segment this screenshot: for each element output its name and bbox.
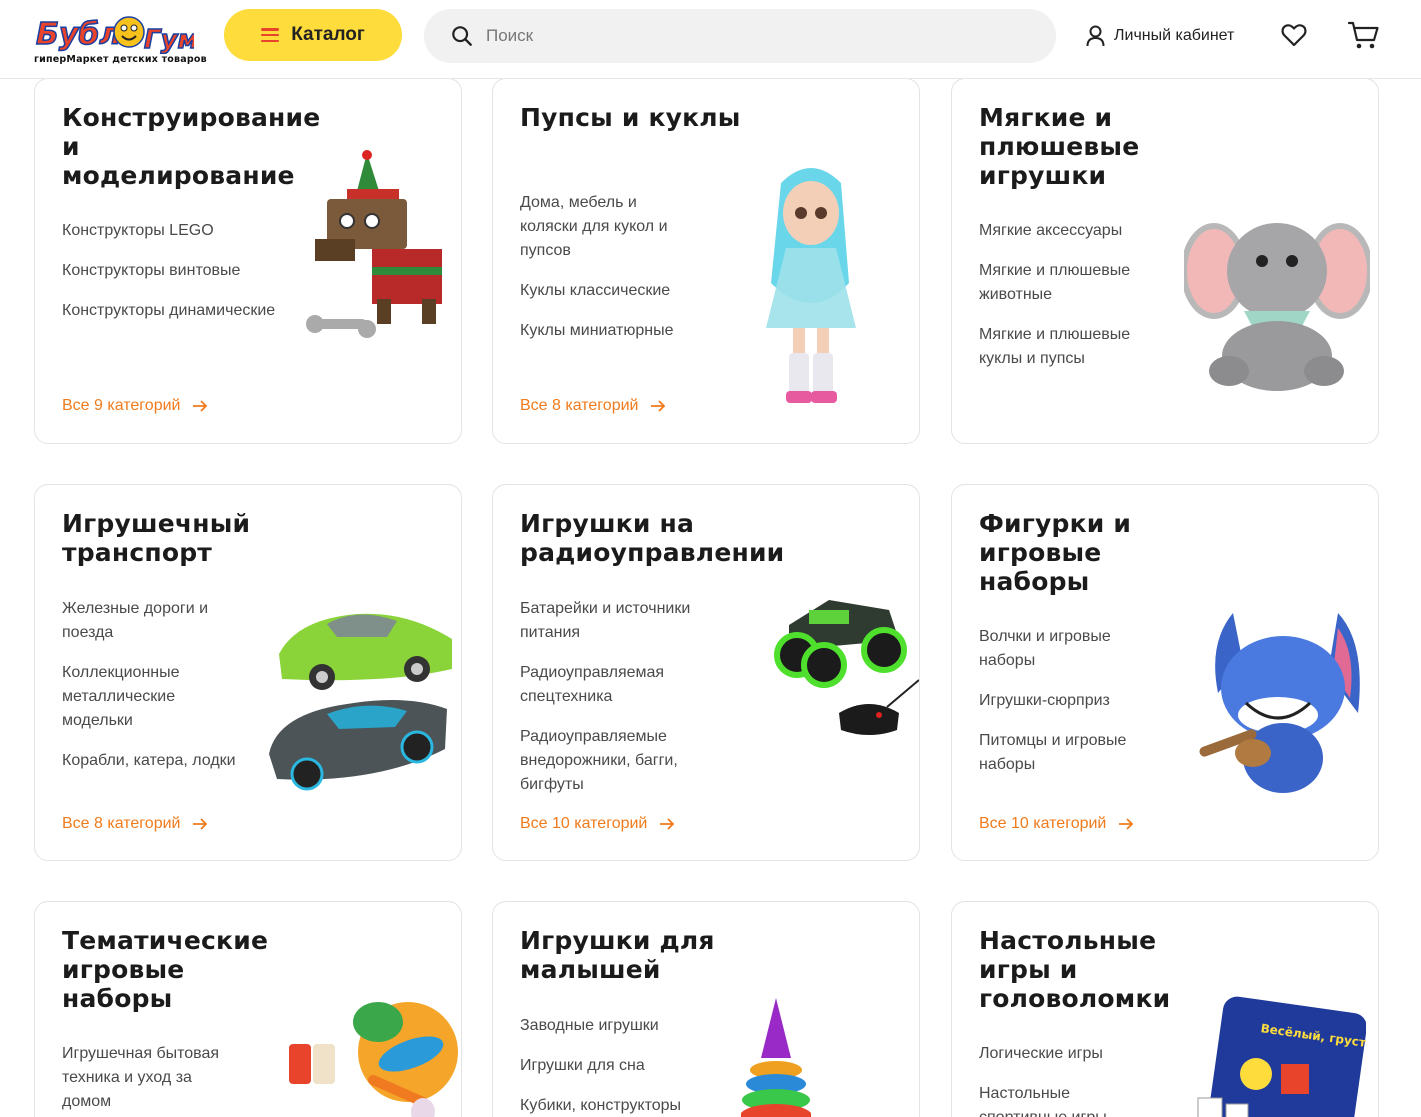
all-categories-link[interactable]: Все 10 категорий <box>979 815 1134 833</box>
logo-tagline: гиперМаркет детских товаров <box>34 54 207 65</box>
subcategory-link[interactable]: Батарейки и источники питания <box>520 597 710 645</box>
subcategory-link[interactable]: Дома, мебель и коляски для кукол и пупсо… <box>520 191 690 263</box>
category-card-plush[interactable]: Мягкие и плюшевые игрушки Мягкие аксессу… <box>951 78 1379 444</box>
subcategory-link[interactable]: Игрушечная бытовая техника и уход за дом… <box>62 1042 232 1114</box>
toy-food-image <box>289 1002 458 1117</box>
card-title[interactable]: Игрушки на радиоуправлении <box>520 509 800 567</box>
all-categories-label: Все 8 категорий <box>62 815 181 832</box>
subcategory-link[interactable]: Радиоуправляемая спецтехника <box>520 661 690 709</box>
site-header: Бубль Гум гиперМаркет детских товаров Ка… <box>0 0 1421 79</box>
svg-text:Гум: Гум <box>144 25 194 54</box>
category-card-rc-toys[interactable]: Игрушки на радиоуправлении Батарейки и и… <box>492 484 920 861</box>
card-title[interactable]: Настольные игры и головоломки <box>979 926 1219 1013</box>
cart-icon[interactable] <box>1348 21 1379 50</box>
subcategory-link[interactable]: Мягкие и плюшевые животные <box>979 259 1149 307</box>
subcategory-list: Заводные игрушки Игрушки для сна Кубики,… <box>520 1014 740 1117</box>
subcategory-link[interactable]: Мягкие аксессуары <box>979 219 1199 243</box>
subcategory-list: Батарейки и источники питания Радиоуправ… <box>520 597 740 813</box>
all-categories-label: Все 10 категорий <box>520 815 648 832</box>
all-categories-link[interactable]: Все 8 категорий <box>62 815 208 833</box>
all-categories-link[interactable]: Все 9 категорий <box>62 397 208 415</box>
subcategory-link[interactable]: Куклы миниатюрные <box>520 319 740 343</box>
arrow-right-icon <box>1119 818 1134 830</box>
card-title[interactable]: Фигурки и игровые наборы <box>979 509 1219 596</box>
search-icon[interactable] <box>451 25 473 47</box>
subcategory-link[interactable]: Конструкторы динамические <box>62 299 282 323</box>
subcategory-link[interactable]: Радиоуправляемые внедорожники, багги, би… <box>520 725 700 797</box>
lego-dog-image <box>306 150 442 338</box>
heart-icon[interactable] <box>1281 23 1307 47</box>
subcategory-link[interactable]: Мягкие и плюшевые куклы и пупсы <box>979 323 1149 371</box>
card-title[interactable]: Тематические игровые наборы <box>62 926 302 1013</box>
subcategory-link[interactable]: Игрушки для сна <box>520 1054 740 1078</box>
category-card-board-games[interactable]: Настольные игры и головоломки Логические… <box>951 901 1379 1117</box>
subcategory-list: Логические игры Настольные спортивные иг… <box>979 1042 1199 1117</box>
category-card-baby-toys[interactable]: Игрушки для малышей Заводные игрушки Игр… <box>492 901 920 1117</box>
category-card-construction[interactable]: Конструирование и моделирование Конструк… <box>34 78 462 444</box>
all-categories-label: Все 9 категорий <box>62 397 181 414</box>
all-categories-link[interactable]: Все 8 категорий <box>520 397 666 415</box>
card-title[interactable]: Конструирование и моделирование <box>62 103 320 190</box>
subcategory-link[interactable]: Логические игры <box>979 1042 1199 1066</box>
subcategory-link[interactable]: Волчки и игровые наборы <box>979 625 1139 673</box>
stacking-pyramid-image <box>741 998 811 1117</box>
catalog-button[interactable]: Каталог <box>224 9 402 61</box>
all-categories-label: Все 8 категорий <box>520 397 639 414</box>
subcategory-list: Железные дороги и поезда Коллекционные м… <box>62 597 282 789</box>
doll-image <box>766 168 856 403</box>
card-title[interactable]: Мягкие и плюшевые игрушки <box>979 103 1219 190</box>
subcategory-list: Волчки и игровые наборы Игрушки-сюрприз … <box>979 625 1199 793</box>
subcategory-link[interactable]: Питомцы и игровые наборы <box>979 729 1149 777</box>
stitch-figure-image <box>1199 613 1360 793</box>
search-bar <box>424 9 1056 63</box>
subcategory-link[interactable]: Заводные игрушки <box>520 1014 740 1038</box>
category-card-dolls[interactable]: Пупсы и куклы Дома, мебель и коляски для… <box>492 78 920 444</box>
board-game-image: Весёлый, грустный, злой <box>1197 996 1366 1117</box>
menu-icon <box>261 28 280 42</box>
account-link[interactable]: Личный кабинет <box>1086 24 1234 48</box>
card-title[interactable]: Игрушки для малышей <box>520 926 760 984</box>
subcategory-list: Игрушечная бытовая техника и уход за дом… <box>62 1042 282 1117</box>
card-title[interactable]: Игрушечный транспорт <box>62 509 302 567</box>
all-categories-link[interactable]: Все 10 категорий <box>520 815 675 833</box>
account-label: Личный кабинет <box>1114 27 1235 44</box>
subcategory-list: Мягкие аксессуары Мягкие и плюшевые живо… <box>979 219 1199 387</box>
logo-graphic: Бубль Гум <box>35 16 200 56</box>
subcategory-list: Конструкторы LEGO Конструкторы винтовые … <box>62 219 282 339</box>
category-card-transport[interactable]: Игрушечный транспорт Железные дороги и п… <box>34 484 462 861</box>
arrow-right-icon <box>651 400 666 412</box>
category-card-figures[interactable]: Фигурки и игровые наборы Волчки и игровы… <box>951 484 1379 861</box>
subcategory-link[interactable]: Железные дороги и поезда <box>62 597 222 645</box>
subcategory-link[interactable]: Куклы классические <box>520 279 740 303</box>
elephant-image <box>1184 223 1370 391</box>
subcategory-link[interactable]: Конструкторы LEGO <box>62 219 282 243</box>
arrow-right-icon <box>193 818 208 830</box>
rc-truck-image <box>774 600 919 735</box>
subcategory-link[interactable]: Коллекционные металлические модельки <box>62 661 212 733</box>
subcategory-link[interactable]: Кубики, конструкторы <box>520 1094 740 1117</box>
catalog-label: Каталог <box>291 24 365 45</box>
category-card-thematic-sets[interactable]: Тематические игровые наборы Игрушечная б… <box>34 901 462 1117</box>
toy-cars-image <box>269 613 452 791</box>
all-categories-label: Все 10 категорий <box>979 815 1107 832</box>
card-title[interactable]: Пупсы и куклы <box>520 103 760 132</box>
search-input[interactable] <box>486 26 1026 46</box>
logo[interactable]: Бубль Гум гиперМаркет детских товаров <box>34 8 207 68</box>
user-icon <box>1086 25 1105 47</box>
subcategory-list: Дома, мебель и коляски для кукол и пупсо… <box>520 191 740 359</box>
arrow-right-icon <box>193 400 208 412</box>
subcategory-link[interactable]: Игрушки-сюрприз <box>979 689 1199 713</box>
subcategory-link[interactable]: Конструкторы винтовые <box>62 259 282 283</box>
subcategory-link[interactable]: Настольные спортивные игры <box>979 1082 1129 1117</box>
arrow-right-icon <box>660 818 675 830</box>
subcategory-link[interactable]: Корабли, катера, лодки <box>62 749 282 773</box>
